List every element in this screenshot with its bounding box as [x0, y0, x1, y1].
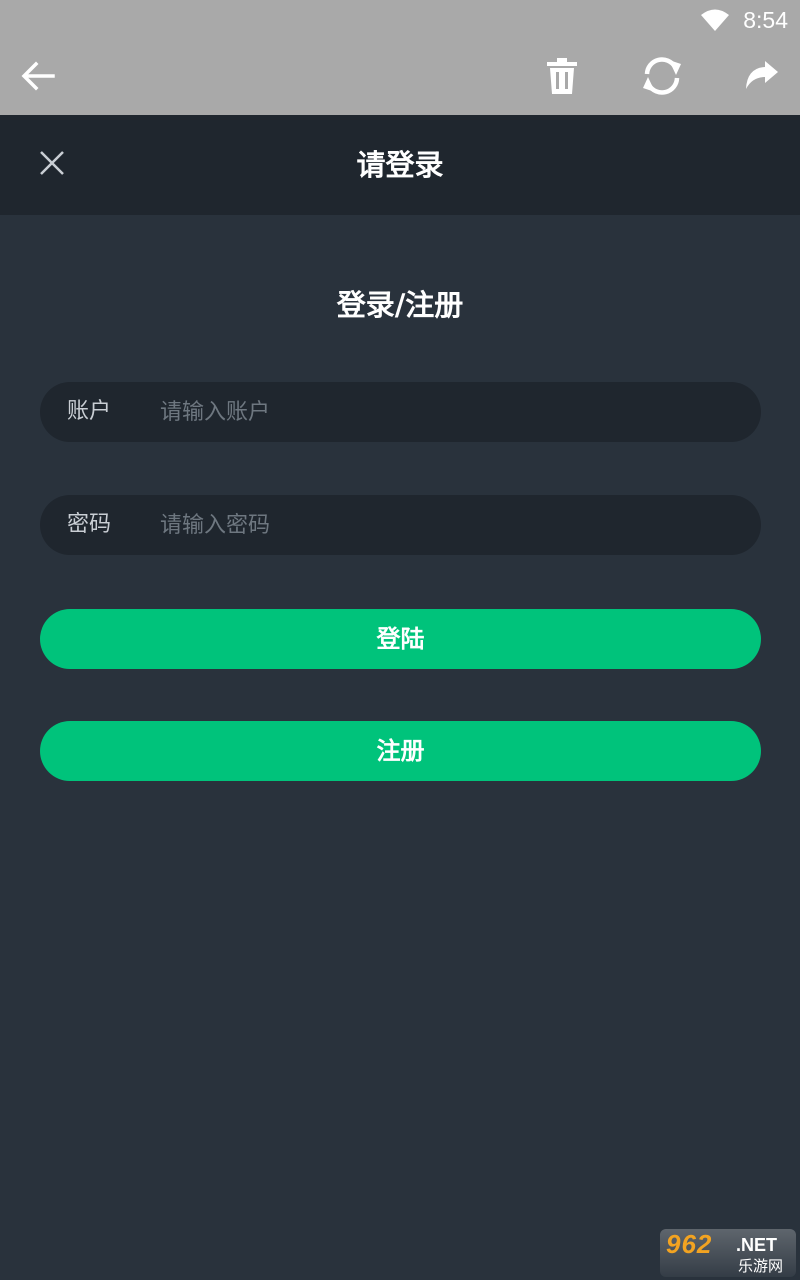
wifi-icon: [700, 8, 730, 32]
trash-icon: [546, 57, 578, 98]
watermark-logo: 962 .NET 乐游网: [660, 1229, 796, 1277]
share-button[interactable]: [732, 40, 792, 115]
account-input[interactable]: [160, 382, 720, 442]
password-label: 密码: [67, 512, 112, 537]
password-row: 密码: [40, 495, 761, 555]
refresh-icon: [641, 55, 683, 101]
watermark-site: 乐游网: [738, 1257, 784, 1275]
login-header: 请登录: [0, 115, 800, 215]
password-input[interactable]: [160, 495, 720, 555]
register-button[interactable]: 注册: [40, 721, 761, 781]
page-title: 请登录: [356, 148, 444, 182]
delete-button[interactable]: [532, 40, 592, 115]
back-arrow-icon: [21, 61, 55, 95]
share-icon: [745, 60, 779, 95]
back-button[interactable]: [8, 40, 68, 115]
form-title: 登录/注册: [336, 288, 464, 322]
login-button[interactable]: 登陆: [40, 609, 761, 669]
app-toolbar: [0, 40, 800, 115]
account-row: 账户: [40, 382, 761, 442]
status-bar: 8:54: [0, 0, 800, 40]
account-label: 账户: [67, 399, 112, 424]
watermark-number: 962: [666, 1229, 713, 1259]
refresh-button[interactable]: [632, 40, 692, 115]
watermark-net: .NET: [736, 1235, 778, 1255]
status-time: 8:54: [743, 7, 788, 33]
